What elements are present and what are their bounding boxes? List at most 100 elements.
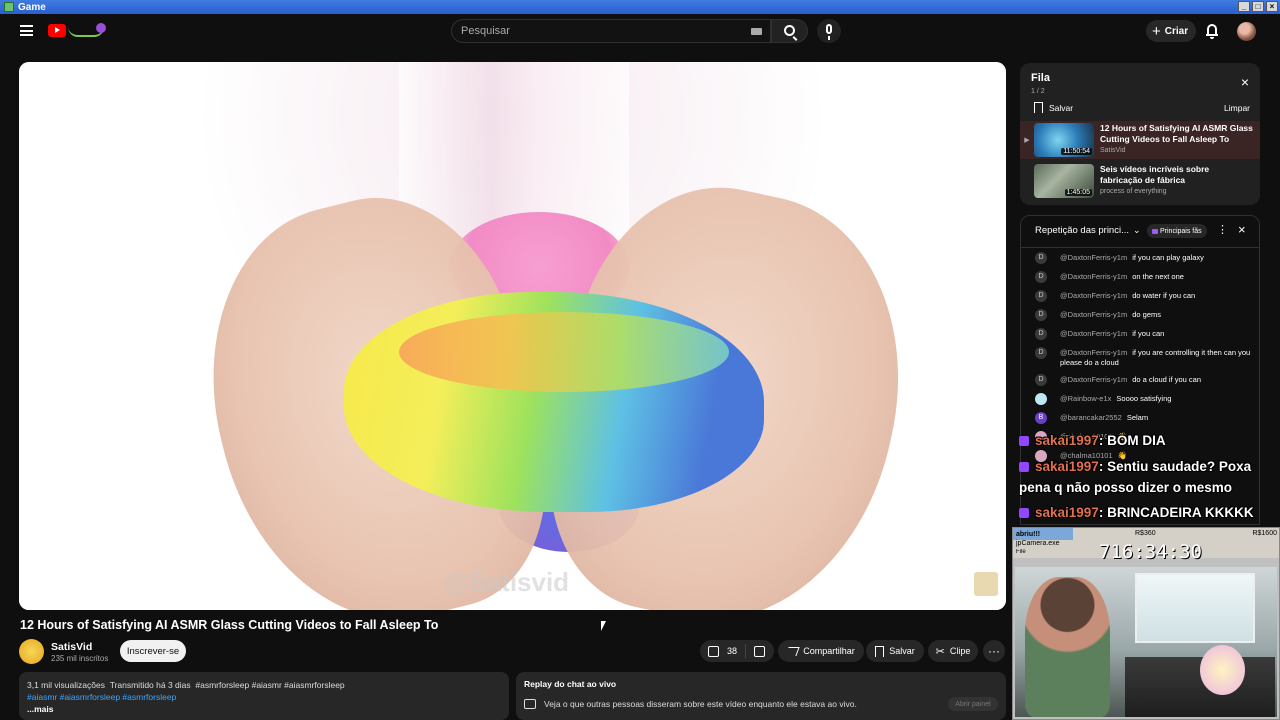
stream-chat-overlay-line: pena q não posso dizer o mesmo xyxy=(1019,480,1232,495)
chat-message: D @DaxtonFerris-y1m if you can play galaxy xyxy=(1021,249,1259,268)
now-playing-icon: ▶ xyxy=(1024,137,1030,144)
live-chat-panel: Repetição das princi... ⌄ Principais fãs… xyxy=(1020,215,1260,525)
search-box xyxy=(451,19,771,43)
top-fans-label: Principais fãs xyxy=(1160,227,1202,235)
channel-name[interactable]: SatisVid xyxy=(51,641,92,653)
overlay-nick: sakai1997 xyxy=(1035,459,1099,474)
author-avatar: B xyxy=(1035,412,1047,424)
search-button[interactable] xyxy=(771,19,808,43)
open-panel-button[interactable]: Abrir painel xyxy=(948,697,998,711)
notifications-bell-icon[interactable] xyxy=(1206,24,1218,39)
hashtags-inline[interactable]: #asmrforsleep #aiasmr #aiasmrforsleep xyxy=(195,680,344,690)
channel-avatar[interactable] xyxy=(19,639,44,664)
webcam-overlay: abriu!!! R$360 R$1600 jpCamera.exe File … xyxy=(1012,527,1280,720)
queue-panel: Fila 1 / 2 × Salvar Limpar ▶ 11:50:54 12… xyxy=(1020,63,1260,205)
dislike-button[interactable] xyxy=(746,645,773,657)
queue-marker xyxy=(1020,162,1034,200)
close-button[interactable]: × xyxy=(1266,1,1278,12)
youtube-logo[interactable] xyxy=(48,23,106,37)
share-button[interactable]: Compartilhar xyxy=(778,640,864,662)
mouse-cursor-icon xyxy=(601,621,606,631)
chat-message: D @DaxtonFerris-y1m on the next one xyxy=(1021,268,1259,287)
search-input[interactable] xyxy=(461,25,741,37)
author-avatar: D xyxy=(1035,347,1047,359)
thumbs-down-icon xyxy=(754,645,766,657)
stream-chat-overlay-line: sakai1997: Sentiu saudade? Poxa xyxy=(1019,459,1251,474)
save-button[interactable]: Salvar xyxy=(866,640,924,662)
minimize-button[interactable]: _ xyxy=(1238,1,1250,12)
bookmark-icon xyxy=(875,645,885,657)
chat-author: @DaxtonFerris-y1m xyxy=(1060,348,1128,357)
chat-text: Soooo satisfying xyxy=(1116,394,1172,403)
queue-save-button[interactable]: Salvar xyxy=(1034,102,1073,113)
queue-item[interactable]: 1:45:05 Seis vídeos incríveis sobre fabr… xyxy=(1020,162,1260,200)
window-controls: _ □ × xyxy=(1238,1,1278,12)
menu-icon[interactable] xyxy=(20,25,33,36)
fan-icon xyxy=(1152,228,1158,234)
chat-message: D @DaxtonFerris-y1m if you can xyxy=(1021,325,1259,344)
voice-search-button[interactable] xyxy=(817,19,841,43)
overlay-text: : Sentiu saudade? Poxa xyxy=(1098,459,1252,474)
top-fans-badge[interactable]: Principais fãs xyxy=(1147,224,1207,238)
top-bar: + Criar xyxy=(0,14,1280,50)
chat-header: Repetição das princi... ⌄ Principais fãs… xyxy=(1021,216,1259,248)
scissors-icon: ✂ xyxy=(935,645,945,658)
window-title: Game xyxy=(18,1,46,13)
keyboard-icon[interactable] xyxy=(751,28,762,35)
description-more-link[interactable]: ...mais xyxy=(27,703,501,715)
queue-item[interactable]: ▶ 11:50:54 12 Hours of Satisfying AI ASM… xyxy=(1020,121,1260,159)
view-count: 3,1 mil visualizações xyxy=(27,680,105,690)
chat-author: @DaxtonFerris-y1m xyxy=(1060,329,1128,338)
create-label: Criar xyxy=(1164,25,1189,37)
queue-close-icon[interactable]: × xyxy=(1241,75,1249,89)
subscribe-button[interactable]: Inscrever-se xyxy=(120,640,186,662)
chat-close-icon[interactable]: × xyxy=(1238,222,1246,237)
window-titlebar: Game _ □ × xyxy=(0,0,1280,14)
account-avatar[interactable] xyxy=(1237,22,1256,41)
youtube-play-icon xyxy=(48,23,66,37)
chat-text: do a cloud if you can xyxy=(1132,375,1202,384)
clip-label: Clipe xyxy=(949,646,971,656)
like-button[interactable]: 38 xyxy=(700,645,745,657)
bookmark-icon xyxy=(1034,102,1043,113)
channel-watermark-icon[interactable] xyxy=(974,572,998,596)
video-watermark: @Satisvid xyxy=(444,567,570,597)
room-window xyxy=(1135,573,1255,643)
chat-author: @DaxtonFerris-y1m xyxy=(1060,253,1128,262)
twitch-icon xyxy=(1019,462,1029,473)
stream-timer: 716:34:30 xyxy=(1099,541,1202,563)
video-player[interactable]: @Satisvid xyxy=(19,62,1006,610)
overlay-text: : BRINCADEIRA KKKKK xyxy=(1098,505,1254,520)
queue-duration: 1:45:05 xyxy=(1064,189,1092,196)
clip-button[interactable]: ✂ Clipe xyxy=(928,640,978,662)
chat-text: do gems xyxy=(1132,310,1161,319)
chat-mode-title[interactable]: Repetição das princi... xyxy=(1035,225,1129,236)
chat-replay-text: Veja o que outras pessoas disseram sobre… xyxy=(544,699,857,709)
twitch-icon xyxy=(1019,436,1029,447)
hashtags-line[interactable]: #aiasmr #aiasmrforsleep #asmrforsleep xyxy=(27,691,501,703)
chat-text: Selam xyxy=(1126,413,1149,422)
stream-date: Transmitido há 3 dias xyxy=(109,680,191,690)
chat-author: @Rainbow-e1x xyxy=(1060,394,1112,403)
create-button[interactable]: + Criar xyxy=(1146,20,1197,42)
overlay-text: pena q não posso dizer o mesmo xyxy=(1019,480,1233,495)
author-avatar: D xyxy=(1035,374,1047,386)
queue-thumbnail: 11:50:54 xyxy=(1034,123,1094,157)
author-avatar: D xyxy=(1035,271,1047,283)
more-vert-icon[interactable]: ⋮ xyxy=(1217,223,1228,236)
maximize-button[interactable]: □ xyxy=(1252,1,1264,12)
description-stats: 3,1 mil visualizações Transmitido há 3 d… xyxy=(27,679,501,691)
chevron-down-icon[interactable]: ⌄ xyxy=(1133,225,1141,236)
queue-item-channel: process of everything xyxy=(1100,188,1167,195)
description-box[interactable]: 3,1 mil visualizações Transmitido há 3 d… xyxy=(19,672,509,720)
slime-highlight xyxy=(399,312,729,392)
more-actions-button[interactable]: ··· xyxy=(983,640,1005,662)
goal-mid: R$360 xyxy=(1135,530,1156,537)
queue-duration: 11:50:54 xyxy=(1061,148,1092,155)
mic-icon xyxy=(826,24,832,40)
queue-clear-button[interactable]: Limpar xyxy=(1224,103,1250,113)
overlay-nick: sakai1997 xyxy=(1035,505,1099,520)
like-dislike-group: 38 xyxy=(700,640,774,662)
like-count: 38 xyxy=(727,646,738,656)
author-avatar: D xyxy=(1035,328,1047,340)
